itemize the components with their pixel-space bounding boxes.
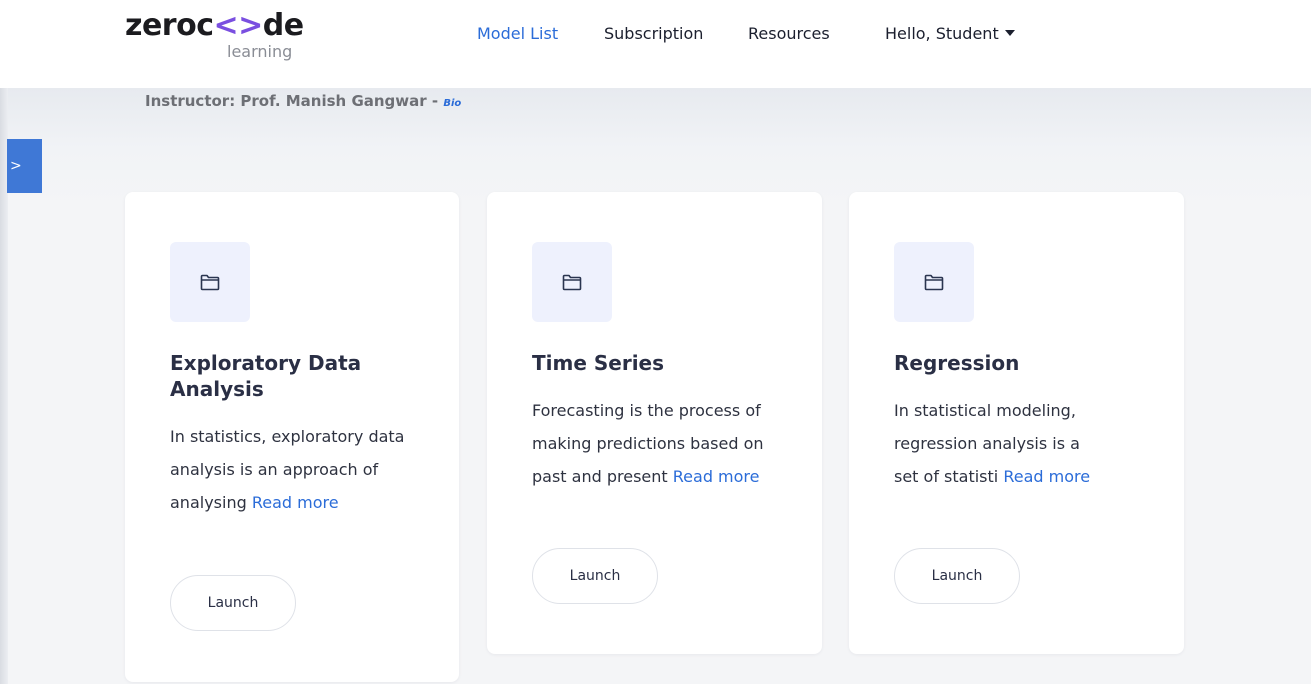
card-description: In statistics, exploratory data analysis… <box>170 420 430 519</box>
logo-text-right: de <box>262 8 304 43</box>
user-menu-dropdown[interactable]: Hello, Student <box>885 24 1015 43</box>
logo-subtitle: learning <box>227 42 293 61</box>
card-icon-box <box>532 242 612 322</box>
top-navbar: zeroc<>de learning Model List Subscripti… <box>0 0 1311 88</box>
read-more-link[interactable]: Read more <box>673 467 760 486</box>
nav-subscription[interactable]: Subscription <box>604 24 703 43</box>
model-card-time-series: Time Series Forecasting is the process o… <box>487 192 822 654</box>
folder-icon <box>562 274 582 290</box>
read-more-link[interactable]: Read more <box>1003 467 1090 486</box>
folder-icon <box>200 274 220 290</box>
card-title: Exploratory Data Analysis <box>170 351 362 401</box>
main-content: Instructor: Prof. Manish Gangwar - Bio >… <box>0 88 1311 684</box>
card-description: In statistical modeling, regression anal… <box>894 394 1109 493</box>
bio-link[interactable]: Bio <box>443 98 461 109</box>
card-icon-box <box>894 242 974 322</box>
launch-button[interactable]: Launch <box>894 548 1020 604</box>
logo-text-left: zeroc <box>125 8 214 43</box>
instructor-text: Instructor: Prof. Manish Gangwar - <box>145 92 444 110</box>
folder-icon <box>924 274 944 290</box>
card-title: Time Series <box>532 351 665 375</box>
card-description: Forecasting is the process of making pre… <box>532 394 792 493</box>
sidebar-toggle-button[interactable]: > <box>7 139 42 193</box>
model-card-eda: Exploratory Data Analysis In statistics,… <box>125 192 459 682</box>
card-title: Regression <box>894 351 1020 375</box>
logo-wordmark: zeroc<>de <box>125 8 304 43</box>
launch-button[interactable]: Launch <box>170 575 296 631</box>
logo-brackets-icon: <> <box>213 8 264 43</box>
user-greeting: Hello, Student <box>885 24 999 43</box>
nav-model-list[interactable]: Model List <box>477 24 558 43</box>
instructor-line: Instructor: Prof. Manish Gangwar - Bio <box>145 92 461 110</box>
caret-down-icon <box>1004 30 1015 36</box>
read-more-link[interactable]: Read more <box>252 493 339 512</box>
zerocode-logo[interactable]: zeroc<>de learning <box>125 8 305 68</box>
launch-button[interactable]: Launch <box>532 548 658 604</box>
nav-resources[interactable]: Resources <box>748 24 830 43</box>
model-card-regression: Regression In statistical modeling, regr… <box>849 192 1184 654</box>
card-icon-box <box>170 242 250 322</box>
